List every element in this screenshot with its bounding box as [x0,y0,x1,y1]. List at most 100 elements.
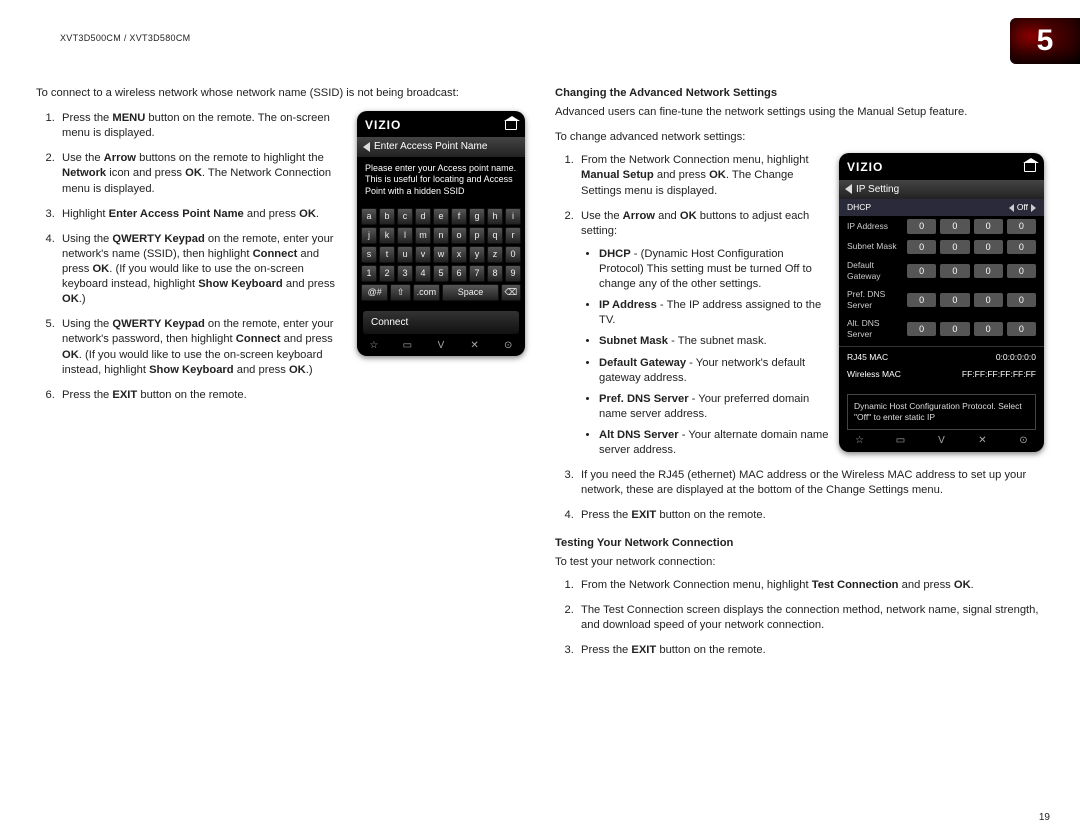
key[interactable]: 9 [505,265,521,282]
heading-advanced: Changing the Advanced Network Settings [555,86,1044,101]
ip-octet[interactable]: 0 [940,322,969,336]
key[interactable]: y [469,246,485,263]
key[interactable]: 8 [487,265,503,282]
chapter-badge: 5 [1010,18,1080,64]
key-shift[interactable]: ⇧ [390,284,410,301]
ip-octet[interactable]: 0 [940,264,969,278]
advanced-lead: To change advanced network settings: [555,130,1044,145]
dhcp-label: DHCP [847,202,871,213]
ip-octet[interactable]: 0 [1007,240,1036,254]
ip-octet[interactable]: 0 [940,219,969,233]
apps-icon: ▭ [894,434,908,448]
home-icon [1024,162,1036,172]
key[interactable]: b [379,208,395,225]
ip-label: Default Gateway [847,260,903,283]
ip-octet[interactable]: 0 [1007,264,1036,278]
vizio-logo: VIZIO [847,159,883,175]
device-ip-panel: VIZIO IP Setting DHCP Off IP Address0000… [839,153,1044,451]
key[interactable]: 0 [505,246,521,263]
left-intro: To connect to a wireless network whose n… [36,86,525,101]
key[interactable]: m [415,227,431,244]
help-text: Dynamic Host Configuration Protocol. Sel… [847,394,1036,430]
ip-octet[interactable]: 0 [907,219,936,233]
home-icon [505,120,517,130]
key[interactable]: 5 [433,265,449,282]
arrow-right-icon[interactable] [1031,204,1036,212]
ip-label: Alt. DNS Server [847,318,903,341]
key[interactable]: 2 [379,265,395,282]
tstep-2: The Test Connection screen displays the … [577,603,1044,633]
key[interactable]: z [487,246,503,263]
key-symbols[interactable]: @# [361,284,388,301]
arrow-left-icon[interactable] [1009,204,1014,212]
key[interactable]: t [379,246,395,263]
key[interactable]: d [415,208,431,225]
key[interactable]: f [451,208,467,225]
v-icon: V [434,338,448,352]
key[interactable]: 6 [451,265,467,282]
ip-octet[interactable]: 0 [974,219,1003,233]
ip-setting-row[interactable]: Alt. DNS Server0000 [839,315,1044,344]
key[interactable]: p [469,227,485,244]
key[interactable]: s [361,246,377,263]
key[interactable]: w [433,246,449,263]
key[interactable]: u [397,246,413,263]
apps-icon: ▭ [400,338,414,352]
key[interactable]: q [487,227,503,244]
ip-octet[interactable]: 0 [907,240,936,254]
ip-label: IP Address [847,221,903,232]
device-description: Please enter your Access point name. Thi… [357,157,525,204]
ip-octet[interactable]: 0 [907,264,936,278]
key[interactable]: h [487,208,503,225]
key[interactable]: 4 [415,265,431,282]
device-footer: ☆ ▭ V ✕ ⊙ [357,338,525,352]
ip-octet[interactable]: 0 [1007,322,1036,336]
ip-setting-row[interactable]: Pref. DNS Server0000 [839,286,1044,315]
key-space[interactable]: Space [442,284,499,301]
dhcp-value: Off [1017,202,1028,213]
onscreen-keyboard: abcdefghi jklmnopqr stuvwxyz0 123456789 … [357,204,525,307]
key[interactable]: 1 [361,265,377,282]
ip-setting-row[interactable]: Default Gateway0000 [839,257,1044,286]
key[interactable]: a [361,208,377,225]
key[interactable]: g [469,208,485,225]
key[interactable]: l [397,227,413,244]
back-icon [363,142,370,152]
ip-label: Pref. DNS Server [847,289,903,312]
key[interactable]: v [415,246,431,263]
key[interactable]: 3 [397,265,413,282]
ip-octet[interactable]: 0 [940,293,969,307]
ip-octet[interactable]: 0 [1007,293,1036,307]
key[interactable]: n [433,227,449,244]
ip-octet[interactable]: 0 [974,264,1003,278]
ip-octet[interactable]: 0 [907,293,936,307]
key[interactable]: 7 [469,265,485,282]
key[interactable]: j [361,227,377,244]
tstep-1: From the Network Connection menu, highli… [577,578,1044,593]
key[interactable]: r [505,227,521,244]
close-icon: ✕ [468,338,482,352]
key[interactable]: e [433,208,449,225]
ip-octet[interactable]: 0 [974,240,1003,254]
key[interactable]: x [451,246,467,263]
dhcp-row[interactable]: DHCP Off [839,199,1044,216]
ip-setting-row[interactable]: IP Address0000 [839,216,1044,236]
key-dotcom[interactable]: .com [413,284,440,301]
key[interactable]: i [505,208,521,225]
ip-octet[interactable]: 0 [1007,219,1036,233]
key-backspace[interactable]: ⌫ [501,284,521,301]
close-icon: ✕ [976,434,990,448]
fav-icon: ☆ [367,338,381,352]
ip-octet[interactable]: 0 [940,240,969,254]
connect-button[interactable]: Connect [363,311,519,335]
ip-octet[interactable]: 0 [907,322,936,336]
ip-octet[interactable]: 0 [974,293,1003,307]
key[interactable]: k [379,227,395,244]
astep-4: Press the EXIT button on the remote. [577,508,1044,523]
ip-setting-row[interactable]: Subnet Mask0000 [839,237,1044,257]
key[interactable]: c [397,208,413,225]
advanced-intro: Advanced users can fine-tune the network… [555,105,1044,120]
power-icon: ⊙ [501,338,515,352]
ip-octet[interactable]: 0 [974,322,1003,336]
key[interactable]: o [451,227,467,244]
